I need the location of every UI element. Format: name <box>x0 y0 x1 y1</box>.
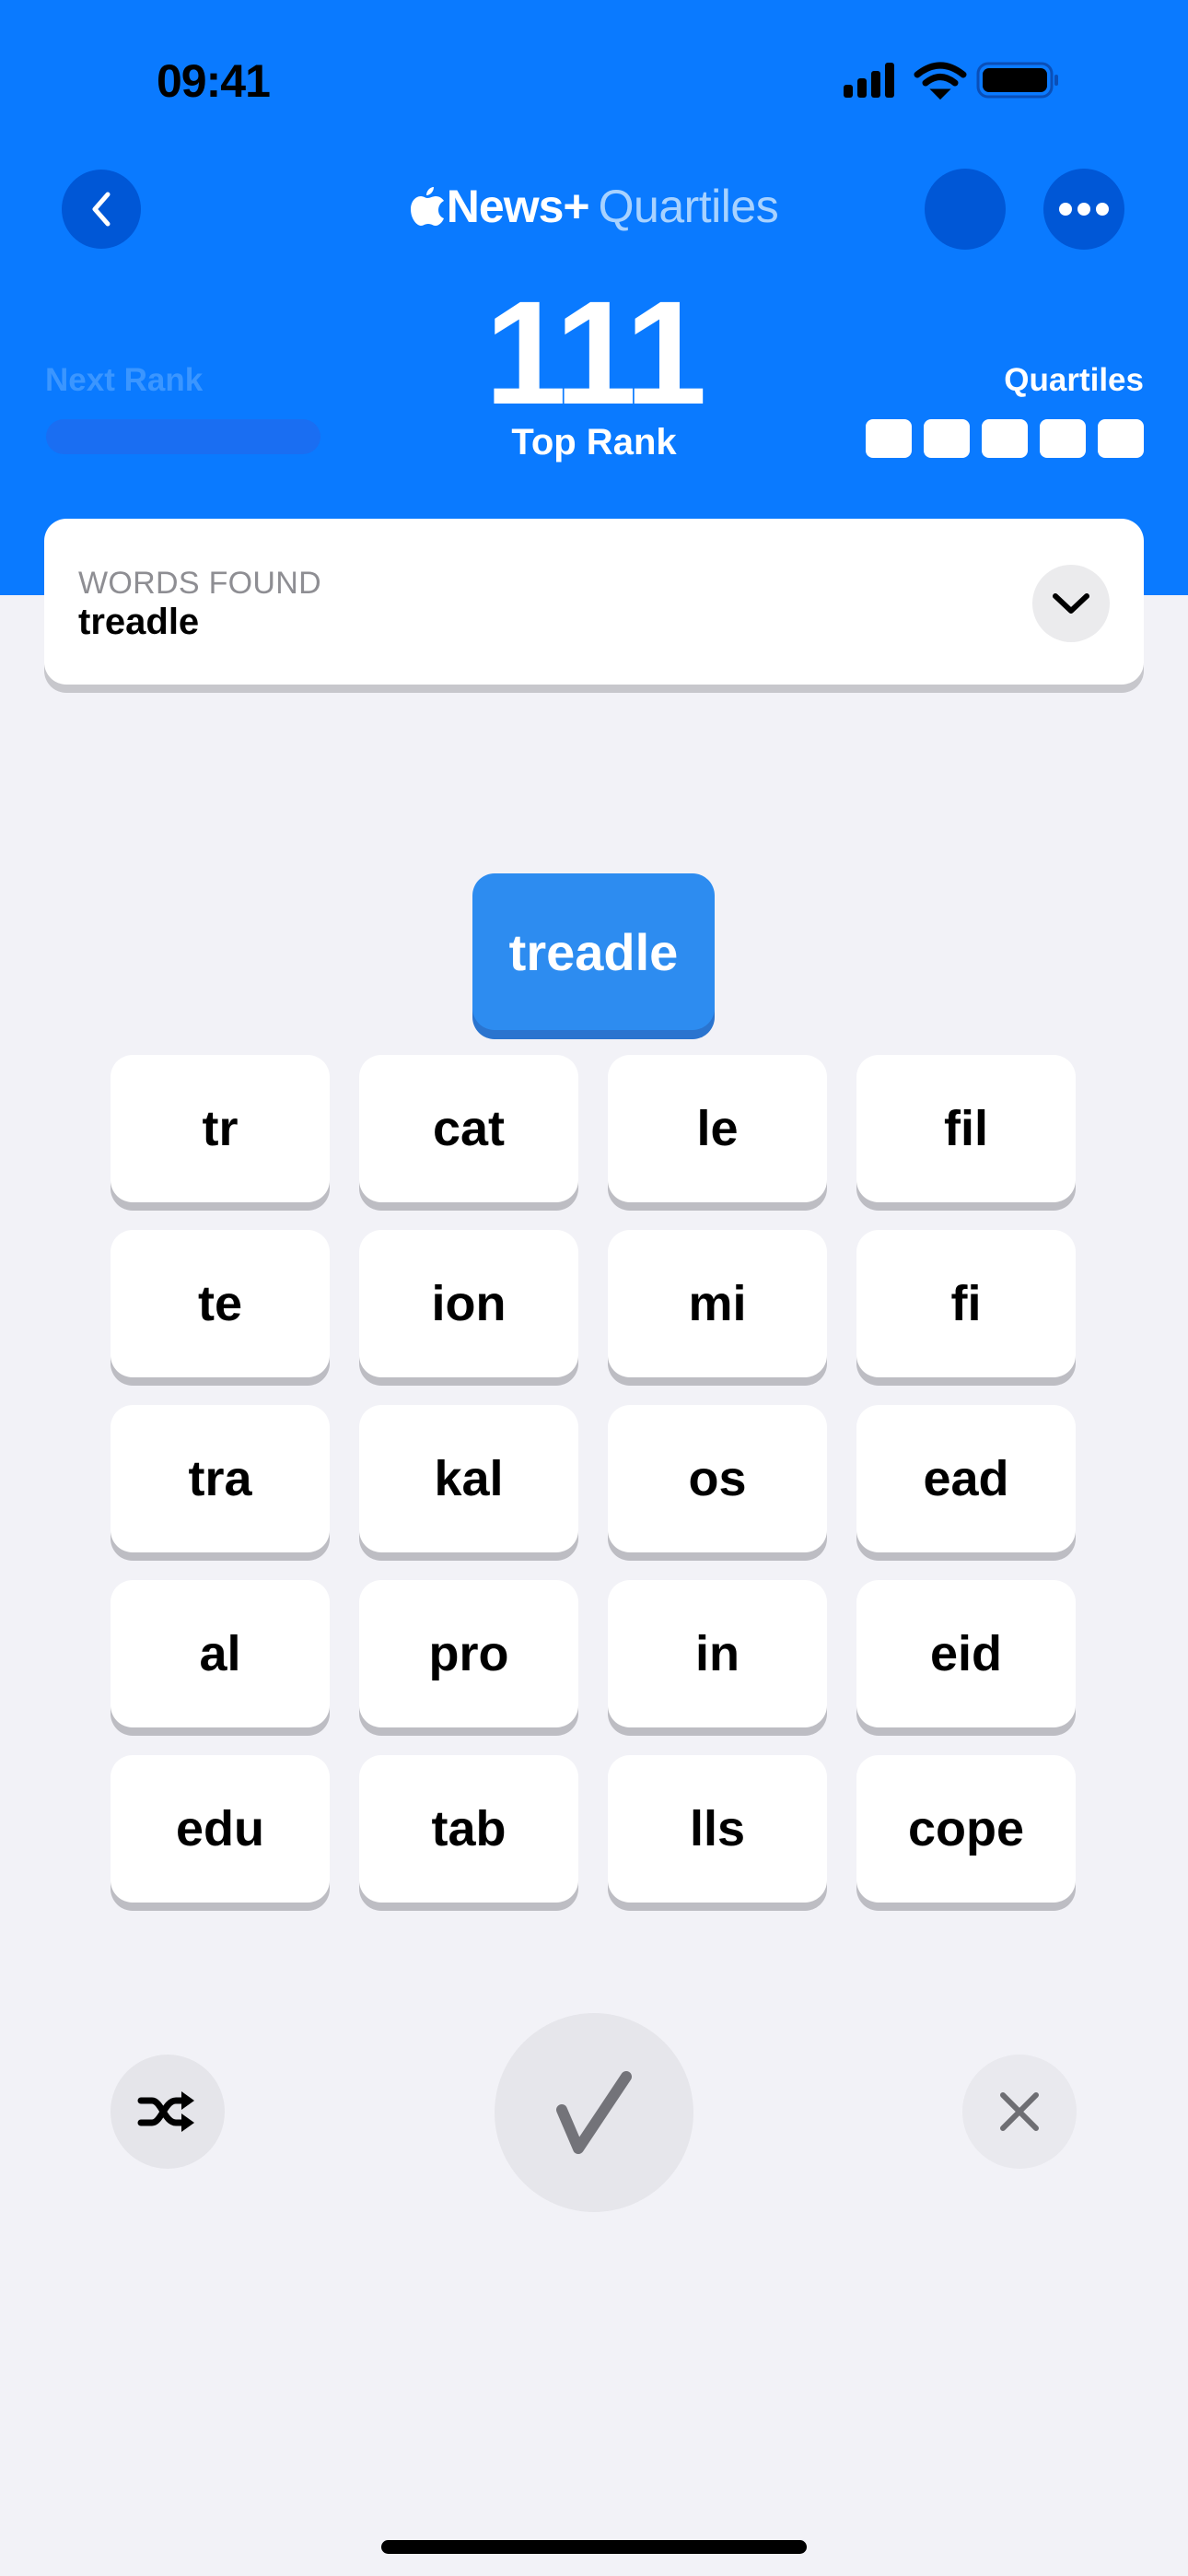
cellular-signal-icon <box>844 63 894 98</box>
quartile-slot <box>982 419 1028 458</box>
chevron-down-icon <box>1053 593 1089 614</box>
nav-action-button[interactable] <box>925 169 1006 250</box>
submit-button[interactable] <box>495 2013 693 2212</box>
word-tile[interactable]: cope <box>856 1755 1076 1903</box>
game-title: Quartiles <box>598 181 779 232</box>
word-tile[interactable]: le <box>608 1055 827 1202</box>
words-found-list: treadle <box>78 602 200 642</box>
word-tile[interactable]: edu <box>111 1755 330 1903</box>
nav-title: News+ Quartiles <box>0 179 1188 238</box>
quartiles-progress <box>866 419 1144 458</box>
word-tile[interactable]: pro <box>359 1580 578 1727</box>
more-button[interactable] <box>1043 169 1124 250</box>
current-word-tile[interactable]: treadle <box>472 873 715 1030</box>
shuffle-icon <box>137 2091 194 2132</box>
word-tile[interactable]: ion <box>359 1230 578 1377</box>
expand-words-button[interactable] <box>1032 565 1110 642</box>
quartile-slot <box>1040 419 1086 458</box>
word-tile[interactable]: mi <box>608 1230 827 1377</box>
word-tile[interactable]: eid <box>856 1580 1076 1727</box>
wifi-icon <box>914 62 967 100</box>
quartiles-label: Quartiles <box>1004 362 1144 398</box>
shuffle-button[interactable] <box>111 2055 225 2169</box>
word-tile[interactable]: al <box>111 1580 330 1727</box>
quartile-slot <box>1098 419 1144 458</box>
words-found-label: WORDS FOUND <box>78 566 321 601</box>
ellipsis-icon <box>1059 203 1109 216</box>
score-value: 111 <box>484 270 706 435</box>
word-tile[interactable]: tr <box>111 1055 330 1202</box>
word-tile[interactable]: ead <box>856 1405 1076 1552</box>
close-icon <box>1000 2092 1039 2131</box>
word-tile[interactable]: fil <box>856 1055 1076 1202</box>
clear-button[interactable] <box>962 2055 1077 2169</box>
apple-logo-icon <box>410 182 445 238</box>
status-time: 09:41 <box>157 55 271 107</box>
status-icons <box>840 59 1089 101</box>
words-found-card[interactable]: WORDS FOUND treadle <box>44 519 1144 685</box>
word-tile[interactable]: in <box>608 1580 827 1727</box>
word-tile[interactable]: tra <box>111 1405 330 1552</box>
word-tile[interactable]: kal <box>359 1405 578 1552</box>
word-tile[interactable]: os <box>608 1405 827 1552</box>
battery-icon <box>976 62 1058 99</box>
checkmark-icon <box>556 2071 632 2154</box>
brand-label: News+ <box>446 181 590 232</box>
home-indicator[interactable] <box>381 2540 807 2554</box>
word-tile[interactable]: cat <box>359 1055 578 1202</box>
quartile-slot <box>924 419 970 458</box>
word-tile[interactable]: fi <box>856 1230 1076 1377</box>
quartile-slot <box>866 419 912 458</box>
tile-grid: tr cat le fil te ion mi fi tra kal os ead al pro in eid… <box>111 1055 1077 1903</box>
word-tile[interactable]: te <box>111 1230 330 1377</box>
word-tile[interactable]: tab <box>359 1755 578 1903</box>
word-tile[interactable]: lls <box>608 1755 827 1903</box>
